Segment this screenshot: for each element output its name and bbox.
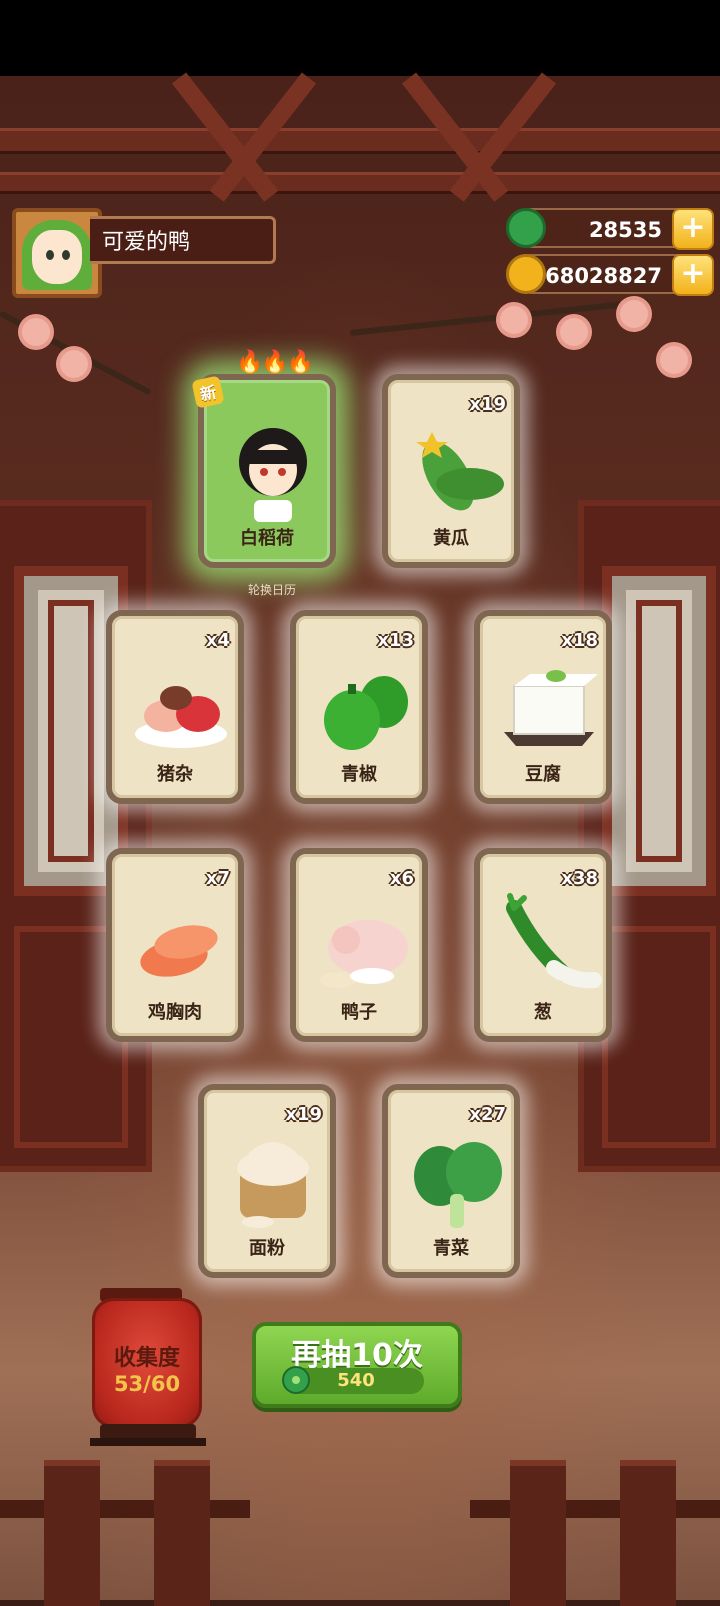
card-quantity: x6 xyxy=(389,868,414,889)
rotating-calendar-label: 轮换日历 xyxy=(248,583,297,597)
card-cucumber[interactable]: x19 黄瓜 xyxy=(382,374,520,568)
tofu-icon xyxy=(504,670,598,746)
add-jade-button[interactable]: + xyxy=(672,208,714,250)
card-scallion[interactable]: x38 葱 xyxy=(474,848,612,1042)
cucumber-icon xyxy=(416,432,504,511)
scallion-icon xyxy=(506,893,602,989)
fence-post xyxy=(620,1460,676,1606)
draw-cost: 540 xyxy=(337,1370,375,1391)
blossom xyxy=(660,346,688,374)
card-duck[interactable]: x6 鸭子 xyxy=(290,848,428,1042)
avatar[interactable] xyxy=(12,208,102,298)
card-quantity: x13 xyxy=(377,630,414,651)
card-name: 鸡胸肉 xyxy=(148,1002,202,1023)
pork-offal-icon xyxy=(135,686,227,748)
flour-icon xyxy=(237,1142,309,1228)
card-quantity: x19 xyxy=(469,394,506,415)
fence-rail xyxy=(0,1500,250,1518)
draw-cost-bar: 540 xyxy=(282,1366,424,1394)
window-pane xyxy=(602,566,716,896)
card-chicken-breast[interactable]: x7 鸡胸肉 xyxy=(106,848,244,1042)
card-quantity: x18 xyxy=(561,630,598,651)
card-name: 白稻荷 xyxy=(240,528,294,549)
green-pepper-icon xyxy=(324,676,408,750)
add-coins-button[interactable]: + xyxy=(672,254,714,296)
collection-progress: 53/60 xyxy=(113,1372,181,1396)
left-window xyxy=(0,500,152,1172)
card-name: 葱 xyxy=(534,1002,552,1023)
card-name: 面粉 xyxy=(249,1238,285,1259)
card-quantity: x19 xyxy=(285,1104,322,1125)
card-name: 青椒 xyxy=(341,764,377,785)
lantern-stand xyxy=(90,1438,206,1446)
blossom xyxy=(22,318,50,346)
avatar-eye xyxy=(46,250,54,260)
blossom xyxy=(560,318,588,346)
chicken-breast-icon xyxy=(140,925,218,977)
card-tofu[interactable]: x18 豆腐 xyxy=(474,610,612,804)
card-green-pepper[interactable]: x13 青椒 xyxy=(290,610,428,804)
card-quantity: x7 xyxy=(205,868,230,889)
card-name: 黄瓜 xyxy=(433,528,469,549)
card-quantity: x38 xyxy=(561,868,598,889)
character-portrait xyxy=(239,428,307,522)
collection-title: 收集度 xyxy=(113,1346,180,1371)
blossom xyxy=(60,350,88,378)
status-bar xyxy=(0,0,720,76)
player-name: 可爱的鸭 xyxy=(90,216,276,264)
coin-icon xyxy=(506,254,546,294)
roof-beam xyxy=(0,172,720,194)
avatar-face xyxy=(32,230,82,284)
card-flour[interactable]: x19 面粉 xyxy=(198,1084,336,1278)
duck-icon xyxy=(320,920,408,988)
greens-icon xyxy=(414,1142,502,1228)
blossom xyxy=(500,306,528,334)
card-quantity: x4 xyxy=(205,630,230,651)
right-window xyxy=(578,500,720,1172)
fence-rail xyxy=(470,1500,720,1518)
card-bai-dao-he[interactable]: 🔥🔥🔥 新 白稻荷 xyxy=(191,350,336,568)
card-name: 青菜 xyxy=(433,1238,469,1259)
fence-post xyxy=(154,1460,210,1606)
fence-post xyxy=(510,1460,566,1606)
fence-post xyxy=(44,1460,100,1606)
card-pork-offal[interactable]: x4 猪杂 xyxy=(106,610,244,804)
draw-again-button[interactable]: 再抽10次 540 xyxy=(252,1322,462,1408)
blossom xyxy=(620,300,648,328)
flame-icon: 🔥🔥🔥 xyxy=(236,350,314,375)
card-quantity: x27 xyxy=(469,1104,506,1125)
card-greens[interactable]: x27 青菜 xyxy=(382,1084,520,1278)
window-panel xyxy=(602,926,716,1148)
new-badge: 新 xyxy=(191,375,225,409)
card-name: 猪杂 xyxy=(157,764,193,785)
avatar-eye xyxy=(62,250,70,260)
card-name: 豆腐 xyxy=(525,764,561,785)
jade-icon xyxy=(506,208,546,248)
card-name: 鸭子 xyxy=(341,1002,377,1023)
roof-beam xyxy=(0,128,720,154)
